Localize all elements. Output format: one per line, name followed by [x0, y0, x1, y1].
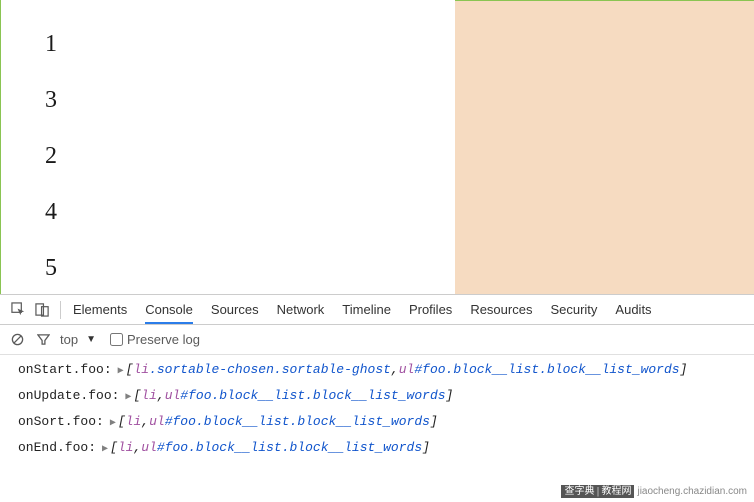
log-token: ]: [680, 360, 688, 380]
list-item[interactable]: 5: [45, 244, 455, 292]
expand-arrow-icon[interactable]: ▶: [118, 364, 124, 380]
log-token: ul: [141, 438, 157, 458]
separator: [60, 301, 61, 319]
content-area: 1 3 2 4 5: [0, 0, 754, 294]
log-token: ,: [133, 438, 141, 458]
list-item[interactable]: 3: [45, 76, 455, 124]
log-label: onSort.foo:: [18, 412, 104, 432]
preserve-log-label: Preserve log: [127, 332, 200, 347]
log-token: ul: [399, 360, 415, 380]
tab-elements[interactable]: Elements: [73, 295, 127, 324]
log-token: ,: [141, 412, 149, 432]
expand-arrow-icon[interactable]: ▶: [125, 390, 131, 406]
clear-console-icon[interactable]: [8, 331, 26, 349]
tab-console[interactable]: Console: [145, 295, 193, 324]
log-token: [: [126, 360, 134, 380]
log-label: onUpdate.foo:: [18, 386, 119, 406]
log-token: ul: [149, 412, 165, 432]
console-log-row[interactable]: onEnd.foo: ▶[li, ul#foo.block__list.block…: [0, 435, 754, 461]
context-selector[interactable]: top ▼: [60, 332, 96, 347]
watermark-cn: 查字典 | 教程网: [561, 485, 634, 498]
tab-profiles[interactable]: Profiles: [409, 295, 452, 324]
chevron-down-icon: ▼: [86, 334, 96, 345]
log-token: ]: [422, 438, 430, 458]
console-log-row[interactable]: onStart.foo: ▶[li.sortable-chosen.sortabl…: [0, 357, 754, 383]
inspect-element-icon[interactable]: [6, 298, 30, 322]
devtools-toolbar: Elements Console Sources Network Timelin…: [0, 295, 754, 325]
tab-timeline[interactable]: Timeline: [342, 295, 391, 324]
log-token: ,: [157, 386, 165, 406]
log-token: ]: [430, 412, 438, 432]
devtools-panel: Elements Console Sources Network Timelin…: [0, 294, 754, 464]
log-token: #foo.block__list.block__list_words: [157, 438, 422, 458]
log-token: [: [110, 438, 118, 458]
devtools-tabs: Elements Console Sources Network Timelin…: [67, 295, 652, 324]
tab-security[interactable]: Security: [550, 295, 597, 324]
log-token: #foo.block__list.block__list_words: [165, 412, 430, 432]
log-token: #foo.block__list.block__list_words: [414, 360, 679, 380]
log-token: [: [118, 412, 126, 432]
sortable-list-foo[interactable]: 1 3 2 4 5: [1, 0, 455, 294]
list-item[interactable]: 1: [45, 20, 455, 68]
log-token: li: [141, 386, 157, 406]
tab-sources[interactable]: Sources: [211, 295, 259, 324]
expand-arrow-icon[interactable]: ▶: [102, 442, 108, 458]
context-label: top: [60, 332, 78, 347]
right-panel: [455, 0, 754, 294]
console-log-row[interactable]: onUpdate.foo: ▶[li, ul#foo.block__list.bl…: [0, 383, 754, 409]
log-token: [: [133, 386, 141, 406]
log-label: onStart.foo:: [18, 360, 112, 380]
tab-resources[interactable]: Resources: [470, 295, 532, 324]
tab-network[interactable]: Network: [277, 295, 325, 324]
console-log-area[interactable]: onStart.foo:▶[li.sortable-chosen.sortabl…: [0, 355, 754, 464]
log-label: onEnd.foo:: [18, 438, 96, 458]
log-token: ]: [446, 386, 454, 406]
watermark-url: jiaocheng.chazidian.com: [637, 486, 747, 497]
log-token: ,: [391, 360, 399, 380]
preserve-log-checkbox[interactable]: [110, 333, 123, 346]
list-item[interactable]: 2: [45, 132, 455, 180]
console-log-row[interactable]: onSort.foo: ▶[li, ul#foo.block__list.bloc…: [0, 409, 754, 435]
device-toolbar-icon[interactable]: [30, 298, 54, 322]
log-token: li: [133, 360, 149, 380]
log-token: li: [126, 412, 142, 432]
log-token: .sortable-chosen.sortable-ghost: [149, 360, 391, 380]
watermark: 查字典 | 教程网jiaocheng.chazidian.com: [558, 481, 750, 498]
log-token: ul: [165, 386, 181, 406]
log-token: li: [118, 438, 134, 458]
tab-audits[interactable]: Audits: [615, 295, 651, 324]
console-controls: top ▼ Preserve log: [0, 325, 754, 355]
expand-arrow-icon[interactable]: ▶: [110, 416, 116, 432]
filter-icon[interactable]: [34, 331, 52, 349]
log-token: #foo.block__list.block__list_words: [180, 386, 445, 406]
list-item[interactable]: 4: [45, 188, 455, 236]
preserve-log-toggle[interactable]: Preserve log: [110, 332, 200, 347]
